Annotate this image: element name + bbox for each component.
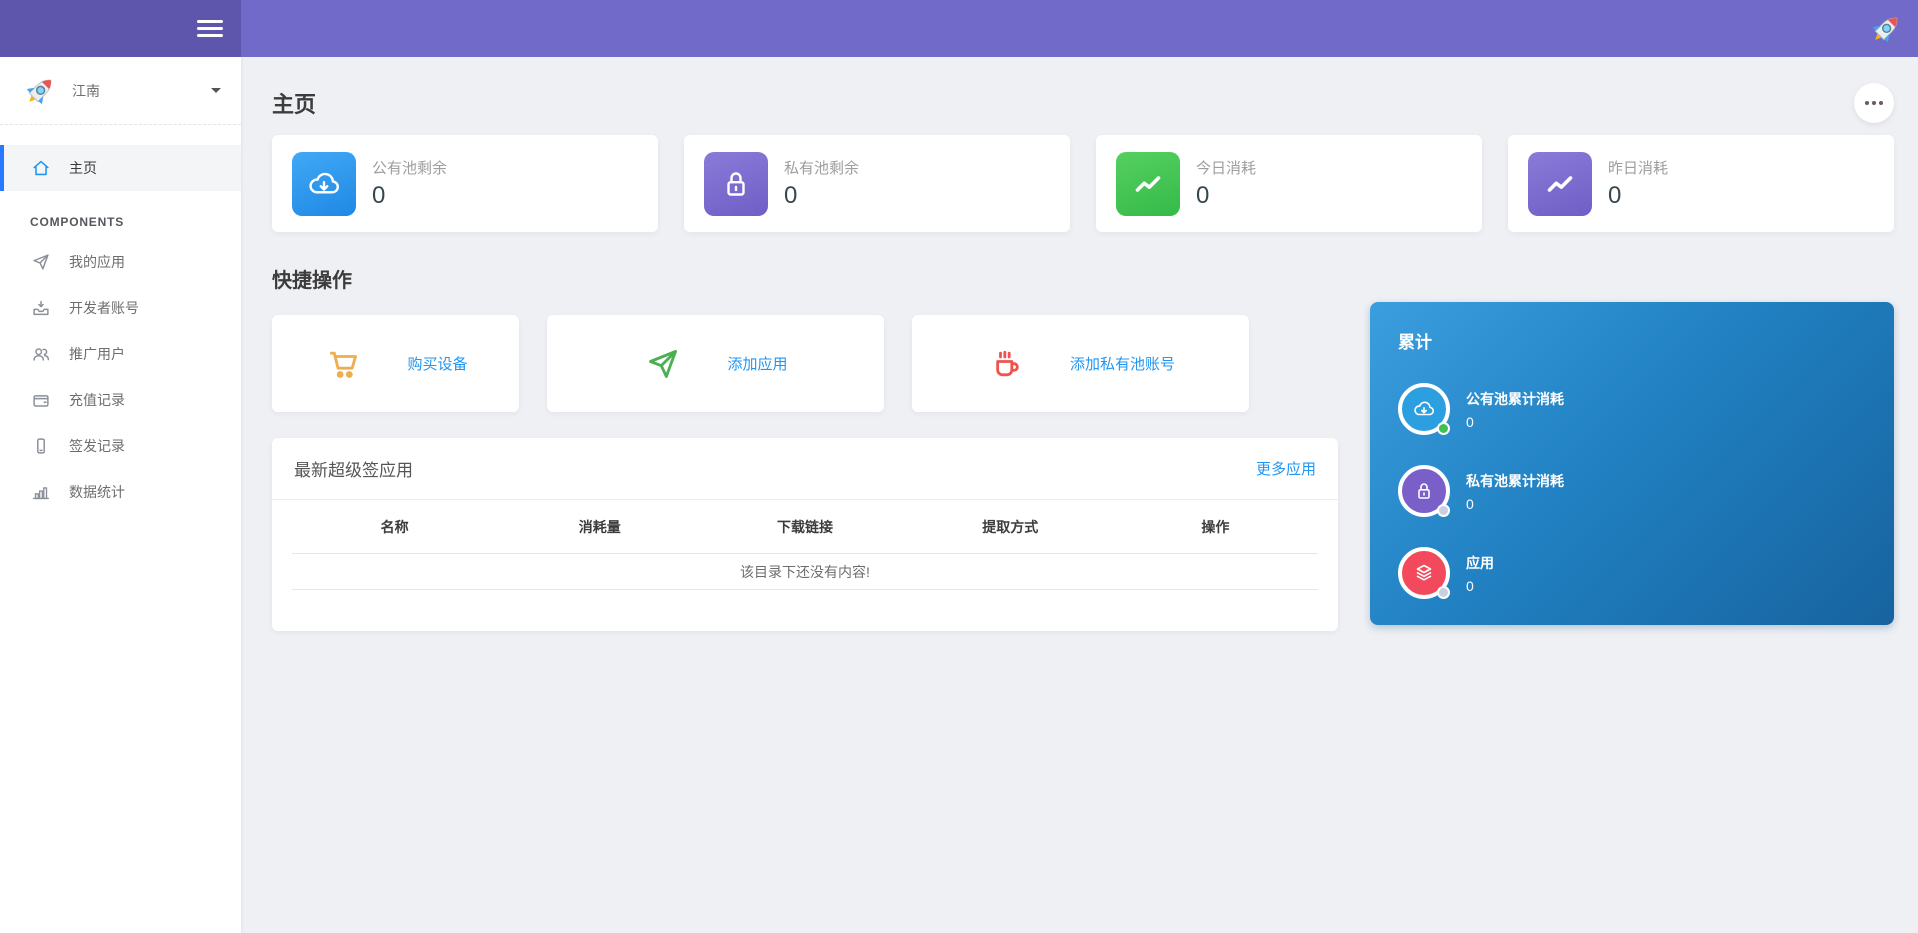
action-label: 添加私有池账号 <box>1070 353 1175 374</box>
stat-card-public-pool: 公有池剩余 0 <box>272 135 658 232</box>
stat-label: 今日消耗 <box>1196 157 1256 178</box>
status-dot <box>1437 504 1450 517</box>
layers-icon <box>1398 547 1450 599</box>
buy-device-card[interactable]: 购买设备 <box>272 315 519 412</box>
sidebar-item-data-statistics[interactable]: 数据统计 <box>0 469 241 515</box>
summary-value: 0 <box>1466 414 1564 430</box>
sidebar-item-label: 推广用户 <box>69 344 125 364</box>
workspace-rocket-icon <box>22 73 58 109</box>
hamburger-menu-icon[interactable] <box>197 16 223 41</box>
main-content: 主页 公有池剩余 0 私有池剩余 0 <box>241 57 1918 631</box>
table-header-row: 名称 消耗量 下载链接 提取方式 操作 <box>292 500 1318 554</box>
stat-value: 0 <box>784 182 859 210</box>
sidebar-item-label: 数据统计 <box>69 482 125 502</box>
summary-label: 私有池累计消耗 <box>1466 471 1564 491</box>
action-label: 添加应用 <box>727 353 787 374</box>
cloud-download-icon <box>1398 383 1450 435</box>
summary-value: 0 <box>1466 496 1564 512</box>
workspace-name: 江南 <box>72 81 211 101</box>
summary-item-public-pool: 公有池累计消耗 0 <box>1398 383 1866 435</box>
sidebar-item-label: 开发者账号 <box>69 298 139 318</box>
latest-apps-card: 最新超级签应用 更多应用 名称 消耗量 下载链接 提取方式 操作 该目录下还没有… <box>272 438 1338 631</box>
sidebar-item-promotion-users[interactable]: 推广用户 <box>0 331 241 377</box>
page-title: 主页 <box>272 87 316 119</box>
topbar <box>0 0 1918 57</box>
sidebar-section-header: COMPONENTS <box>0 191 241 239</box>
stat-label: 私有池剩余 <box>784 157 859 178</box>
stats-row: 公有池剩余 0 私有池剩余 0 今日消耗 0 <box>272 135 1894 232</box>
status-dot <box>1437 422 1450 435</box>
apps-table: 名称 消耗量 下载链接 提取方式 操作 该目录下还没有内容! <box>272 500 1338 590</box>
paper-plane-icon <box>643 344 683 384</box>
paper-plane-icon <box>30 251 52 273</box>
trend-line-icon <box>1528 152 1592 216</box>
workspace-selector[interactable]: 江南 <box>0 57 241 125</box>
page-options-button[interactable] <box>1854 83 1894 123</box>
cloud-download-icon <box>292 152 356 216</box>
topbar-main-section <box>241 0 1918 57</box>
stat-card-private-pool: 私有池剩余 0 <box>684 135 1070 232</box>
summary-card: 累计 公有池累计消耗 0 <box>1370 302 1894 625</box>
stat-value: 0 <box>1196 182 1256 210</box>
status-dot <box>1437 586 1450 599</box>
action-label: 购买设备 <box>407 353 467 374</box>
table-title: 最新超级签应用 <box>294 456 413 481</box>
add-private-pool-account-card[interactable]: 添加私有池账号 <box>912 315 1249 412</box>
bar-chart-icon <box>30 481 52 503</box>
chevron-down-icon <box>211 88 221 93</box>
sidebar-item-home[interactable]: 主页 <box>0 145 241 191</box>
sidebar-item-issuance-records[interactable]: 签发记录 <box>0 423 241 469</box>
stat-card-today-consumption: 今日消耗 0 <box>1096 135 1482 232</box>
topbar-sidebar-section <box>0 0 241 57</box>
more-apps-link[interactable]: 更多应用 <box>1256 458 1316 479</box>
table-empty-message: 该目录下还没有内容! <box>292 554 1318 590</box>
stat-value: 0 <box>372 182 447 210</box>
sidebar-item-label: 签发记录 <box>69 436 125 456</box>
column-header: 操作 <box>1113 517 1318 537</box>
sidebar: 江南 主页 COMPONENTS 我的应用 开发者账号 <box>0 57 241 933</box>
lock-icon <box>1398 465 1450 517</box>
sidebar-item-my-apps[interactable]: 我的应用 <box>0 239 241 285</box>
column-header: 下载链接 <box>702 517 907 537</box>
sidebar-item-label: 充值记录 <box>69 390 125 410</box>
users-icon <box>30 343 52 365</box>
summary-title: 累计 <box>1398 328 1866 353</box>
sidebar-nav: 主页 COMPONENTS 我的应用 开发者账号 推广用户 <box>0 125 241 515</box>
shopping-cart-icon <box>323 344 363 384</box>
stat-label: 昨日消耗 <box>1608 157 1668 178</box>
summary-value: 0 <box>1466 578 1494 594</box>
add-app-card[interactable]: 添加应用 <box>547 315 884 412</box>
ellipsis-icon <box>1865 101 1869 105</box>
sidebar-item-recharge-records[interactable]: 充值记录 <box>0 377 241 423</box>
quick-actions-row: 购买设备 添加应用 添加私有 <box>272 315 1338 412</box>
stat-card-yesterday-consumption: 昨日消耗 0 <box>1508 135 1894 232</box>
sidebar-item-label: 主页 <box>69 158 97 178</box>
summary-label: 公有池累计消耗 <box>1466 389 1564 409</box>
summary-label: 应用 <box>1466 553 1494 573</box>
quick-actions-title: 快捷操作 <box>272 264 1338 293</box>
column-header: 消耗量 <box>497 517 702 537</box>
inbox-tray-icon <box>30 297 52 319</box>
summary-item-private-pool: 私有池累计消耗 0 <box>1398 465 1866 517</box>
wallet-icon <box>30 389 52 411</box>
trend-line-icon <box>1116 152 1180 216</box>
stat-label: 公有池剩余 <box>372 157 447 178</box>
home-icon <box>30 157 52 179</box>
sidebar-item-label: 我的应用 <box>69 252 125 272</box>
mobile-phone-icon <box>30 435 52 457</box>
coffee-cup-icon <box>986 344 1026 384</box>
brand-rocket-icon[interactable] <box>1868 11 1904 47</box>
column-header: 提取方式 <box>908 517 1113 537</box>
column-header: 名称 <box>292 517 497 537</box>
summary-item-apps: 应用 0 <box>1398 547 1866 599</box>
lock-icon <box>704 152 768 216</box>
sidebar-item-developer-accounts[interactable]: 开发者账号 <box>0 285 241 331</box>
stat-value: 0 <box>1608 182 1668 210</box>
